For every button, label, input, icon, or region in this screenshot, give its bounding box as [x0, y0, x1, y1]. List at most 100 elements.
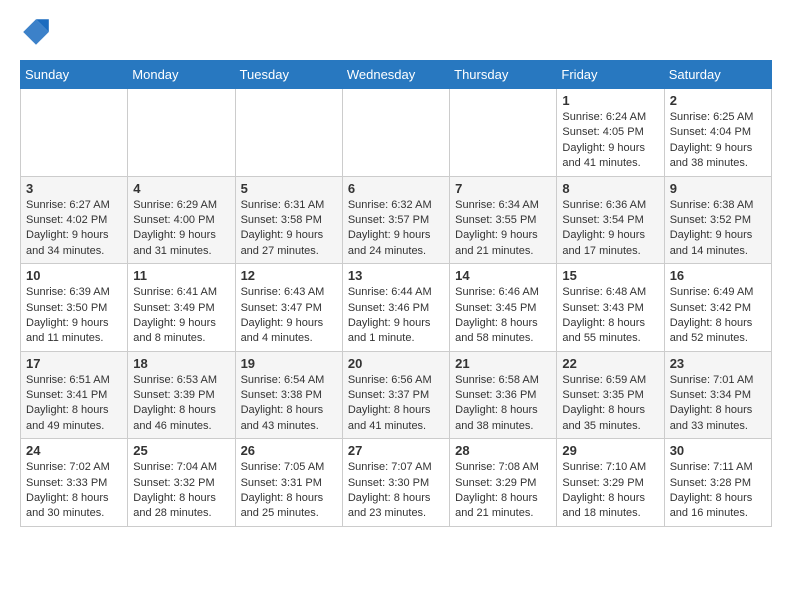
day-of-week-header: Friday	[557, 61, 664, 89]
day-number: 30	[670, 443, 766, 458]
day-number: 7	[455, 181, 551, 196]
day-info: Sunrise: 6:25 AMSunset: 4:04 PMDaylight:…	[670, 110, 766, 172]
day-number: 9	[670, 181, 766, 196]
day-info: Sunrise: 6:59 AMSunset: 3:35 PMDaylight:…	[562, 373, 658, 435]
calendar-cell: 23 Sunrise: 7:01 AMSunset: 3:34 PMDayligh…	[664, 351, 771, 439]
day-number: 21	[455, 356, 551, 371]
day-number: 3	[26, 181, 122, 196]
calendar-cell: 15 Sunrise: 6:48 AMSunset: 3:43 PMDayligh…	[557, 264, 664, 352]
day-number: 26	[241, 443, 337, 458]
calendar-cell	[21, 89, 128, 177]
day-number: 10	[26, 268, 122, 283]
day-info: Sunrise: 6:44 AMSunset: 3:46 PMDaylight:…	[348, 285, 444, 347]
calendar-cell: 5 Sunrise: 6:31 AMSunset: 3:58 PMDaylight…	[235, 176, 342, 264]
day-number: 22	[562, 356, 658, 371]
calendar-cell: 12 Sunrise: 6:43 AMSunset: 3:47 PMDayligh…	[235, 264, 342, 352]
calendar-cell: 20 Sunrise: 6:56 AMSunset: 3:37 PMDayligh…	[342, 351, 449, 439]
day-info: Sunrise: 6:56 AMSunset: 3:37 PMDaylight:…	[348, 373, 444, 435]
day-info: Sunrise: 6:54 AMSunset: 3:38 PMDaylight:…	[241, 373, 337, 435]
day-number: 15	[562, 268, 658, 283]
day-number: 11	[133, 268, 229, 283]
day-info: Sunrise: 6:58 AMSunset: 3:36 PMDaylight:…	[455, 373, 551, 435]
calendar-cell: 7Sunrise: 6:34 AMSunset: 3:55 PMDaylight…	[450, 176, 557, 264]
calendar-cell	[235, 89, 342, 177]
logo-icon	[20, 16, 52, 48]
day-of-week-header: Sunday	[21, 61, 128, 89]
calendar-cell: 11 Sunrise: 6:41 AMSunset: 3:49 PMDayligh…	[128, 264, 235, 352]
calendar-cell: 16 Sunrise: 6:49 AMSunset: 3:42 PMDayligh…	[664, 264, 771, 352]
calendar-cell: 18 Sunrise: 6:53 AMSunset: 3:39 PMDayligh…	[128, 351, 235, 439]
calendar-cell: 1 Sunrise: 6:24 AMSunset: 4:05 PMDaylight…	[557, 89, 664, 177]
day-info: Sunrise: 6:49 AMSunset: 3:42 PMDaylight:…	[670, 285, 766, 347]
day-number: 16	[670, 268, 766, 283]
calendar-cell: 30 Sunrise: 7:11 AMSunset: 3:28 PMDayligh…	[664, 439, 771, 527]
day-info: Sunrise: 7:01 AMSunset: 3:34 PMDaylight:…	[670, 373, 766, 435]
calendar-cell	[450, 89, 557, 177]
calendar-cell: 19 Sunrise: 6:54 AMSunset: 3:38 PMDayligh…	[235, 351, 342, 439]
calendar-cell: 8Sunrise: 6:36 AMSunset: 3:54 PMDaylight…	[557, 176, 664, 264]
calendar-cell: 21 Sunrise: 6:58 AMSunset: 3:36 PMDayligh…	[450, 351, 557, 439]
day-info: Sunrise: 6:29 AMSunset: 4:00 PMDaylight:…	[133, 198, 229, 260]
calendar-week-row: 1 Sunrise: 6:24 AMSunset: 4:05 PMDaylight…	[21, 89, 772, 177]
day-number: 23	[670, 356, 766, 371]
day-info: Sunrise: 6:46 AMSunset: 3:45 PMDaylight:…	[455, 285, 551, 347]
day-number: 29	[562, 443, 658, 458]
day-info: Sunrise: 7:08 AMSunset: 3:29 PMDaylight:…	[455, 460, 551, 522]
calendar-cell: 6 Sunrise: 6:32 AMSunset: 3:57 PMDaylight…	[342, 176, 449, 264]
calendar-cell: 13Sunrise: 6:44 AMSunset: 3:46 PMDayligh…	[342, 264, 449, 352]
calendar-cell: 2 Sunrise: 6:25 AMSunset: 4:04 PMDaylight…	[664, 89, 771, 177]
calendar: SundayMondayTuesdayWednesdayThursdayFrid…	[20, 60, 772, 527]
day-number: 28	[455, 443, 551, 458]
day-info: Sunrise: 6:31 AMSunset: 3:58 PMDaylight:…	[241, 198, 337, 260]
calendar-cell	[342, 89, 449, 177]
calendar-cell: 26 Sunrise: 7:05 AMSunset: 3:31 PMDayligh…	[235, 439, 342, 527]
calendar-cell: 17Sunrise: 6:51 AMSunset: 3:41 PMDayligh…	[21, 351, 128, 439]
calendar-cell: 4 Sunrise: 6:29 AMSunset: 4:00 PMDaylight…	[128, 176, 235, 264]
day-info: Sunrise: 7:11 AMSunset: 3:28 PMDaylight:…	[670, 460, 766, 522]
day-number: 18	[133, 356, 229, 371]
day-of-week-header: Wednesday	[342, 61, 449, 89]
calendar-cell: 27Sunrise: 7:07 AMSunset: 3:30 PMDayligh…	[342, 439, 449, 527]
day-number: 1	[562, 93, 658, 108]
day-of-week-header: Monday	[128, 61, 235, 89]
day-number: 12	[241, 268, 337, 283]
day-info: Sunrise: 6:53 AMSunset: 3:39 PMDaylight:…	[133, 373, 229, 435]
day-number: 4	[133, 181, 229, 196]
day-number: 20	[348, 356, 444, 371]
day-number: 5	[241, 181, 337, 196]
logo	[20, 16, 58, 48]
day-info: Sunrise: 6:32 AMSunset: 3:57 PMDaylight:…	[348, 198, 444, 260]
calendar-week-row: 3 Sunrise: 6:27 AMSunset: 4:02 PMDaylight…	[21, 176, 772, 264]
calendar-cell: 9 Sunrise: 6:38 AMSunset: 3:52 PMDaylight…	[664, 176, 771, 264]
day-number: 27	[348, 443, 444, 458]
calendar-header-row: SundayMondayTuesdayWednesdayThursdayFrid…	[21, 61, 772, 89]
calendar-week-row: 24Sunrise: 7:02 AMSunset: 3:33 PMDayligh…	[21, 439, 772, 527]
day-number: 25	[133, 443, 229, 458]
day-number: 2	[670, 93, 766, 108]
day-of-week-header: Tuesday	[235, 61, 342, 89]
day-info: Sunrise: 7:02 AMSunset: 3:33 PMDaylight:…	[26, 460, 122, 522]
calendar-cell: 14Sunrise: 6:46 AMSunset: 3:45 PMDayligh…	[450, 264, 557, 352]
day-info: Sunrise: 6:43 AMSunset: 3:47 PMDaylight:…	[241, 285, 337, 347]
calendar-cell: 3 Sunrise: 6:27 AMSunset: 4:02 PMDaylight…	[21, 176, 128, 264]
day-info: Sunrise: 6:41 AMSunset: 3:49 PMDaylight:…	[133, 285, 229, 347]
day-info: Sunrise: 7:10 AMSunset: 3:29 PMDaylight:…	[562, 460, 658, 522]
day-info: Sunrise: 7:04 AMSunset: 3:32 PMDaylight:…	[133, 460, 229, 522]
day-info: Sunrise: 6:39 AMSunset: 3:50 PMDaylight:…	[26, 285, 122, 347]
day-of-week-header: Thursday	[450, 61, 557, 89]
calendar-week-row: 17Sunrise: 6:51 AMSunset: 3:41 PMDayligh…	[21, 351, 772, 439]
calendar-cell: 22 Sunrise: 6:59 AMSunset: 3:35 PMDayligh…	[557, 351, 664, 439]
day-number: 19	[241, 356, 337, 371]
calendar-cell: 25 Sunrise: 7:04 AMSunset: 3:32 PMDayligh…	[128, 439, 235, 527]
day-number: 6	[348, 181, 444, 196]
day-info: Sunrise: 7:05 AMSunset: 3:31 PMDaylight:…	[241, 460, 337, 522]
calendar-cell: 10 Sunrise: 6:39 AMSunset: 3:50 PMDayligh…	[21, 264, 128, 352]
calendar-cell: 24Sunrise: 7:02 AMSunset: 3:33 PMDayligh…	[21, 439, 128, 527]
day-info: Sunrise: 6:36 AMSunset: 3:54 PMDaylight:…	[562, 198, 658, 260]
calendar-cell: 29 Sunrise: 7:10 AMSunset: 3:29 PMDayligh…	[557, 439, 664, 527]
day-info: Sunrise: 6:51 AMSunset: 3:41 PMDaylight:…	[26, 373, 122, 435]
day-info: Sunrise: 6:27 AMSunset: 4:02 PMDaylight:…	[26, 198, 122, 260]
day-info: Sunrise: 6:24 AMSunset: 4:05 PMDaylight:…	[562, 110, 658, 172]
day-info: Sunrise: 6:38 AMSunset: 3:52 PMDaylight:…	[670, 198, 766, 260]
day-info: Sunrise: 6:48 AMSunset: 3:43 PMDaylight:…	[562, 285, 658, 347]
